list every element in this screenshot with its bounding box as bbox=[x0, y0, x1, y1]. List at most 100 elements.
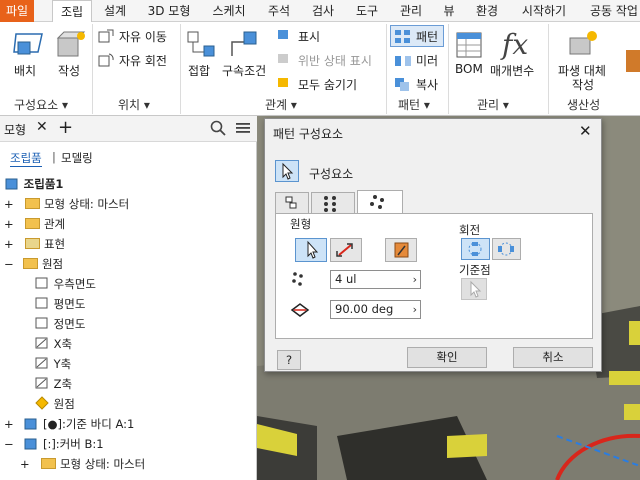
constrain-button[interactable]: 구속조건 bbox=[222, 62, 266, 79]
chevron-right-icon[interactable]: › bbox=[413, 271, 417, 288]
rotational-button[interactable] bbox=[461, 238, 490, 260]
show-relations-button[interactable]: 표시 bbox=[298, 28, 320, 45]
part-icon bbox=[24, 418, 37, 430]
pattern-component-dialog: 패턴 구성요소 ✕ 구성요소 원형 회전 기준점 4 ul › 90.00 de… bbox=[264, 118, 602, 372]
component-group-title[interactable]: 구성요소 ▾ bbox=[14, 96, 68, 113]
tree-row-model-state[interactable]: + 모형 상태: 마스터 bbox=[4, 194, 129, 214]
tree-row-base-body[interactable]: + [●]:기준 바디 A:1 bbox=[4, 414, 134, 434]
tree-row-center-point[interactable]: 원점 bbox=[34, 394, 75, 414]
svg-text:fx: fx bbox=[500, 28, 528, 60]
tree-row-relationships[interactable]: + 관계 bbox=[4, 214, 65, 234]
close-icon[interactable]: ✕ bbox=[36, 119, 48, 135]
ok-button[interactable]: 확인 bbox=[407, 347, 487, 368]
derive-substitute-icon[interactable] bbox=[566, 28, 600, 61]
tab-get-started[interactable]: 시작하기 bbox=[514, 0, 574, 22]
fixed-button[interactable] bbox=[492, 238, 521, 260]
bom-icon[interactable] bbox=[454, 30, 484, 63]
collapse-icon[interactable]: − bbox=[4, 437, 14, 451]
manage-group-title[interactable]: 관리 ▾ bbox=[477, 96, 509, 113]
component-pick-button[interactable] bbox=[295, 238, 327, 262]
angle-input[interactable]: 90.00 deg › bbox=[330, 300, 421, 319]
component-select-button[interactable] bbox=[275, 160, 299, 182]
tab-circular-pattern[interactable] bbox=[357, 190, 403, 214]
tree-row-xy-plane[interactable]: 정면도 bbox=[34, 314, 85, 334]
flip-direction-button[interactable] bbox=[330, 238, 362, 262]
tree-row-cover-model-state[interactable]: + 모형 상태: 마스터 bbox=[20, 454, 145, 474]
tree-row-representations[interactable]: + 표현 bbox=[4, 234, 65, 254]
ribbon-separator bbox=[386, 24, 387, 114]
component-label: 구성요소 bbox=[309, 167, 354, 181]
tree-label: 모형 상태: 마스터 bbox=[59, 457, 146, 471]
help-button[interactable]: ? bbox=[277, 350, 301, 370]
count-input[interactable]: 4 ul › bbox=[330, 270, 421, 289]
bom-button[interactable]: BOM bbox=[455, 62, 483, 76]
create-component-button[interactable]: 작성 bbox=[58, 62, 80, 79]
tree-row-cover[interactable]: − [:]:커버 B:1 bbox=[4, 434, 104, 454]
expand-icon[interactable]: + bbox=[4, 237, 14, 251]
expand-icon[interactable]: + bbox=[20, 457, 30, 471]
free-move-button[interactable]: 자유 이동 bbox=[119, 28, 167, 45]
axis-direction-button[interactable] bbox=[385, 238, 417, 262]
expand-icon[interactable]: + bbox=[4, 417, 14, 431]
expand-icon[interactable]: + bbox=[4, 217, 14, 231]
pattern-button[interactable]: 패턴 bbox=[416, 28, 438, 45]
tab-environment[interactable]: 환경 bbox=[470, 0, 504, 22]
tab-view[interactable]: 뷰 bbox=[438, 0, 460, 22]
chevron-right-icon[interactable]: › bbox=[413, 301, 417, 318]
tree-label: 원점 bbox=[53, 397, 75, 411]
tree-row-z-axis[interactable]: Z축 bbox=[34, 374, 72, 394]
tree-row-xz-plane[interactable]: 평면도 bbox=[34, 294, 85, 314]
datum-point-button[interactable] bbox=[461, 278, 487, 300]
mirror-button[interactable]: 미러 bbox=[416, 52, 438, 69]
tree-row-origin[interactable]: − 원점 bbox=[4, 254, 63, 274]
tab-3d-model[interactable]: 3D 모형 bbox=[143, 0, 195, 22]
joint-button[interactable]: 접합 bbox=[188, 62, 210, 79]
browser-tab-assembly[interactable]: 조립품 bbox=[10, 150, 42, 167]
tab-rectangular-pattern[interactable] bbox=[275, 192, 309, 213]
constrain-icon[interactable] bbox=[228, 30, 260, 63]
tree-label: [:]:커버 B:1 bbox=[42, 437, 104, 451]
place-icon[interactable] bbox=[12, 30, 46, 63]
joint-icon[interactable] bbox=[186, 30, 216, 63]
tree-row-y-axis[interactable]: Y축 bbox=[34, 354, 71, 374]
tab-annotate[interactable]: 주석 bbox=[262, 0, 296, 22]
ribbon-separator bbox=[180, 24, 181, 114]
ribbon-separator bbox=[92, 24, 93, 114]
create-component-icon[interactable] bbox=[54, 30, 86, 63]
relation-group-title[interactable]: 관계 ▾ bbox=[265, 96, 297, 113]
tab-collaborate[interactable]: 공동 작업 bbox=[584, 0, 640, 22]
free-rotate-button[interactable]: 자유 회전 bbox=[119, 52, 167, 69]
flip-direction-icon bbox=[336, 243, 353, 257]
collapse-icon[interactable]: − bbox=[4, 257, 14, 271]
browser-tab-modeling[interactable]: 모델링 bbox=[61, 150, 93, 166]
expand-icon[interactable]: + bbox=[4, 197, 14, 211]
dialog-close-icon[interactable]: ✕ bbox=[579, 122, 592, 140]
tab-sketch[interactable]: 스케치 bbox=[206, 0, 252, 22]
position-group-title[interactable]: 위치 ▾ bbox=[118, 96, 150, 113]
menu-icon[interactable] bbox=[235, 121, 251, 138]
tab-associative-pattern[interactable] bbox=[311, 192, 355, 213]
derive-substitute-create-label[interactable]: 작성 bbox=[572, 76, 594, 93]
copy-button[interactable]: 복사 bbox=[416, 76, 438, 93]
tree-label: 우측면도 bbox=[53, 277, 96, 291]
pattern-group-title[interactable]: 패턴 ▾ bbox=[398, 96, 430, 113]
tree-row-root[interactable]: 조립품1 bbox=[4, 174, 63, 194]
tab-tools[interactable]: 도구 bbox=[350, 0, 384, 22]
ribbon-overflow-icon[interactable] bbox=[626, 50, 640, 72]
hide-all-button[interactable]: 모두 숨기기 bbox=[298, 76, 357, 93]
tab-manage[interactable]: 관리 bbox=[394, 0, 428, 22]
tab-assemble[interactable]: 조립 bbox=[52, 0, 92, 23]
add-tab-icon[interactable]: + bbox=[58, 117, 73, 138]
tab-inspect[interactable]: 검사 bbox=[306, 0, 340, 22]
parameters-icon[interactable]: fx bbox=[498, 26, 538, 63]
tree-row-yz-plane[interactable]: 우측면도 bbox=[34, 274, 96, 294]
browser-title[interactable]: 모형 bbox=[4, 121, 26, 138]
parameters-button[interactable]: 매개변수 bbox=[490, 62, 534, 79]
show-sick-button[interactable]: 위반 상태 표시 bbox=[298, 52, 372, 69]
search-icon[interactable] bbox=[210, 120, 226, 139]
place-button[interactable]: 배치 bbox=[14, 62, 36, 79]
tab-design[interactable]: 설계 bbox=[98, 0, 132, 22]
cancel-button[interactable]: 취소 bbox=[513, 347, 593, 368]
tree-row-x-axis[interactable]: X축 bbox=[34, 334, 72, 354]
tab-file[interactable]: 파일 bbox=[0, 0, 34, 22]
